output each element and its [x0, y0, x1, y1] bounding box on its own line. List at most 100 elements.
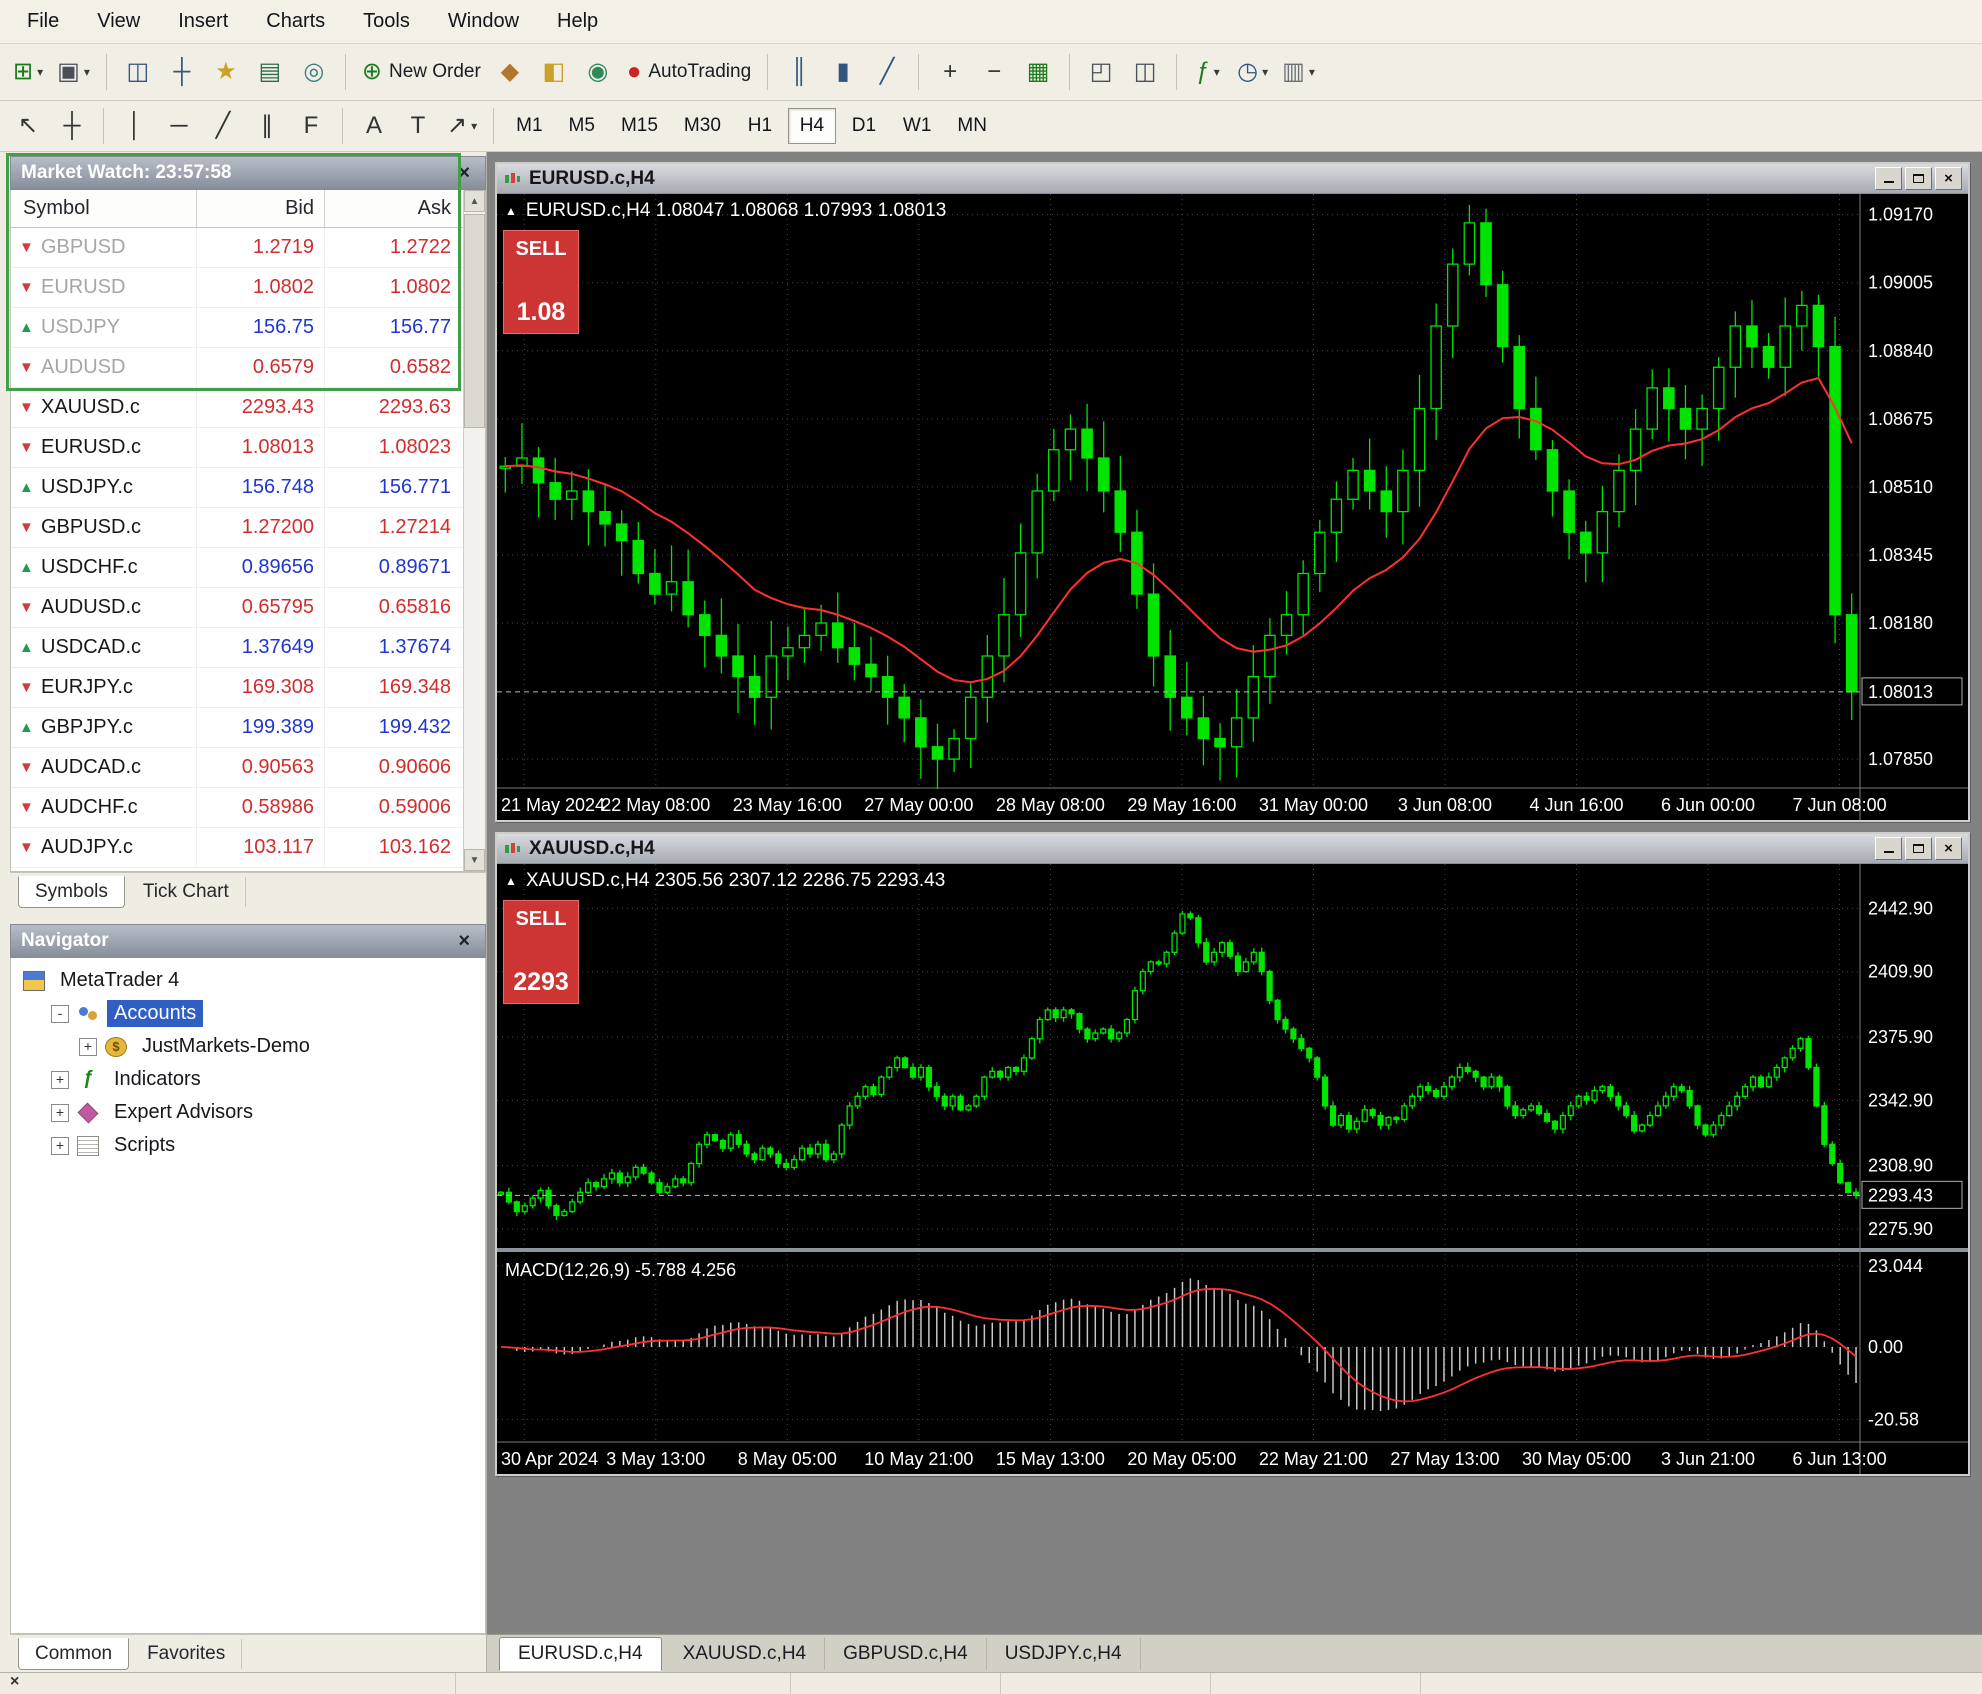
- xauusd-chart-canvas[interactable]: 2442.902409.902375.902342.902308.902275.…: [497, 864, 1968, 1474]
- market-watch-row-usdchf-c[interactable]: ▲USDCHF.c0.896560.89671: [11, 548, 463, 588]
- horizontal-line-tool-button[interactable]: ─: [158, 105, 200, 147]
- minimize-button[interactable]: [1875, 167, 1902, 190]
- trendline-tool-button[interactable]: ╱: [202, 105, 244, 147]
- market-watch-row-gbpusd[interactable]: ▼GBPUSD1.27191.2722: [11, 228, 463, 268]
- market-watch-row-usdjpy[interactable]: ▲USDJPY156.75156.77: [11, 308, 463, 348]
- timeframe-h1[interactable]: H1: [736, 108, 784, 144]
- market-watch-row-eurjpy-c[interactable]: ▼EURJPY.c169.308169.348: [11, 668, 463, 708]
- timeframe-m30[interactable]: M30: [673, 108, 732, 144]
- cascade-windows-button[interactable]: ◰: [1080, 51, 1122, 93]
- vertical-line-tool-button[interactable]: │: [114, 105, 156, 147]
- chart-tab-xauusd-c-h4[interactable]: XAUUSD.c,H4: [665, 1638, 826, 1670]
- menu-insert[interactable]: Insert: [159, 10, 247, 33]
- scroll-up-icon[interactable]: ▲: [464, 190, 485, 212]
- eurusd-chart-canvas[interactable]: 1.091701.090051.088401.086751.085101.083…: [497, 194, 1968, 820]
- menu-help[interactable]: Help: [538, 10, 617, 33]
- navigator-item-metatrader-4[interactable]: MetaTrader 4: [11, 964, 485, 997]
- expand-icon[interactable]: +: [51, 1071, 69, 1089]
- timeframe-m15[interactable]: M15: [610, 108, 669, 144]
- channel-tool-button[interactable]: ∥: [246, 105, 288, 147]
- market-watch-row-audusd[interactable]: ▼AUDUSD0.65790.6582: [11, 348, 463, 388]
- metaeditor-button[interactable]: ◧: [533, 51, 575, 93]
- scroll-down-icon[interactable]: ▼: [464, 849, 485, 871]
- expert-advisors-button[interactable]: ◆: [489, 51, 531, 93]
- market-watch-titlebar[interactable]: Market Watch: 23:57:58 ×: [10, 156, 486, 190]
- cursor-tool-button[interactable]: ↖: [7, 105, 49, 147]
- market-watch-row-gbpusd-c[interactable]: ▼GBPUSD.c1.272001.27214: [11, 508, 463, 548]
- templates-button[interactable]: ▥▾: [1276, 51, 1321, 93]
- one-click-expander-icon[interactable]: ▲: [505, 204, 517, 218]
- candlestick-chart-button[interactable]: ▮: [822, 51, 864, 93]
- navigator-item-expert-advisors[interactable]: +Expert Advisors: [11, 1096, 485, 1129]
- navigator-tab-common[interactable]: Common: [18, 1638, 129, 1670]
- market-watch-row-audcad-c[interactable]: ▼AUDCAD.c0.905630.90606: [11, 748, 463, 788]
- arrange-windows-button[interactable]: ▦: [1017, 51, 1059, 93]
- zoom-in-button[interactable]: +: [929, 51, 971, 93]
- options-button[interactable]: ◉: [577, 51, 619, 93]
- expand-icon[interactable]: +: [51, 1137, 69, 1155]
- navigator-tab-favorites[interactable]: Favorites: [131, 1639, 242, 1669]
- market-watch-button[interactable]: ◫: [117, 51, 159, 93]
- sell-button[interactable]: SELL 1.08: [503, 230, 579, 334]
- chart-tab-eurusd-c-h4[interactable]: EURUSD.c,H4: [499, 1637, 662, 1671]
- expand-icon[interactable]: +: [79, 1038, 97, 1056]
- terminal-button[interactable]: ▤: [249, 51, 291, 93]
- market-watch-row-audusd-c[interactable]: ▼AUDUSD.c0.657950.65816: [11, 588, 463, 628]
- new-chart-button[interactable]: ⊞▾: [7, 51, 49, 93]
- autotrading-button[interactable]: ●AutoTrading: [621, 51, 757, 93]
- market-watch-tab-symbols[interactable]: Symbols: [18, 876, 125, 908]
- timeframe-h4[interactable]: H4: [788, 108, 836, 144]
- collapse-icon[interactable]: -: [51, 1005, 69, 1023]
- minimize-button[interactable]: [1875, 837, 1902, 860]
- navigator-item-scripts[interactable]: +Scripts: [11, 1129, 485, 1162]
- navigator-item-justmarkets-demo[interactable]: +JustMarkets-Demo: [11, 1030, 485, 1063]
- timeframe-mn[interactable]: MN: [946, 108, 998, 144]
- navigator-button[interactable]: ★: [205, 51, 247, 93]
- periods-button[interactable]: ◷▾: [1231, 51, 1274, 93]
- new-order-button[interactable]: ⊕New Order: [356, 51, 487, 93]
- market-watch-row-usdjpy-c[interactable]: ▲USDJPY.c156.748156.771: [11, 468, 463, 508]
- menu-window[interactable]: Window: [429, 10, 538, 33]
- data-window-button[interactable]: ┼: [161, 51, 203, 93]
- market-watch-tab-tick-chart[interactable]: Tick Chart: [127, 877, 246, 907]
- one-click-expander-icon[interactable]: ▲: [505, 874, 517, 888]
- sell-button[interactable]: SELL 2293: [503, 900, 579, 1004]
- navigator-item-accounts[interactable]: -Accounts: [11, 997, 485, 1030]
- close-button[interactable]: ×: [1935, 837, 1962, 860]
- market-watch-row-usdcad-c[interactable]: ▲USDCAD.c1.376491.37674: [11, 628, 463, 668]
- chart-tab-gbpusd-c-h4[interactable]: GBPUSD.c,H4: [825, 1638, 987, 1670]
- timeframe-d1[interactable]: D1: [840, 108, 888, 144]
- navigator-titlebar[interactable]: Navigator ×: [10, 924, 486, 958]
- profiles-button[interactable]: ▣▾: [51, 51, 96, 93]
- menu-charts[interactable]: Charts: [247, 10, 344, 33]
- strategy-tester-button[interactable]: ◎: [293, 51, 335, 93]
- zoom-out-button[interactable]: −: [973, 51, 1015, 93]
- label-tool-button[interactable]: T: [397, 105, 439, 147]
- bar-chart-button[interactable]: ║: [778, 51, 820, 93]
- market-watch-row-audchf-c[interactable]: ▼AUDCHF.c0.589860.59006: [11, 788, 463, 828]
- navigator-item-indicators[interactable]: +Indicators: [11, 1063, 485, 1096]
- fibonacci-tool-button[interactable]: F: [290, 105, 332, 147]
- close-button[interactable]: ×: [1935, 167, 1962, 190]
- expand-icon[interactable]: +: [51, 1104, 69, 1122]
- crosshair-tool-button[interactable]: ┼: [51, 105, 93, 147]
- timeframe-w1[interactable]: W1: [892, 108, 943, 144]
- market-watch-row-eurusd-c[interactable]: ▼EURUSD.c1.080131.08023: [11, 428, 463, 468]
- tile-windows-button[interactable]: ◫: [1124, 51, 1166, 93]
- timeframe-m5[interactable]: M5: [558, 108, 606, 144]
- chart-tab-usdjpy-c-h4[interactable]: USDJPY.c,H4: [987, 1638, 1141, 1670]
- menu-view[interactable]: View: [78, 10, 159, 33]
- menu-tools[interactable]: Tools: [344, 10, 429, 33]
- eurusd-window-titlebar[interactable]: EURUSD.c,H4 ×: [497, 164, 1968, 194]
- market-watch-scrollbar[interactable]: ▲ ▼: [463, 190, 485, 871]
- xauusd-window-titlebar[interactable]: XAUUSD.c,H4 ×: [497, 834, 1968, 864]
- text-tool-button[interactable]: A: [353, 105, 395, 147]
- menu-file[interactable]: File: [8, 10, 78, 33]
- terminal-close-icon[interactable]: ×: [10, 1673, 19, 1691]
- line-chart-button[interactable]: ╱: [866, 51, 908, 93]
- indicators-button[interactable]: ƒ▾: [1187, 51, 1229, 93]
- restore-button[interactable]: [1905, 837, 1932, 860]
- market-watch-row-eurusd[interactable]: ▼EURUSD1.08021.0802: [11, 268, 463, 308]
- timeframe-m1[interactable]: M1: [505, 108, 553, 144]
- navigator-close-icon[interactable]: ×: [453, 930, 475, 953]
